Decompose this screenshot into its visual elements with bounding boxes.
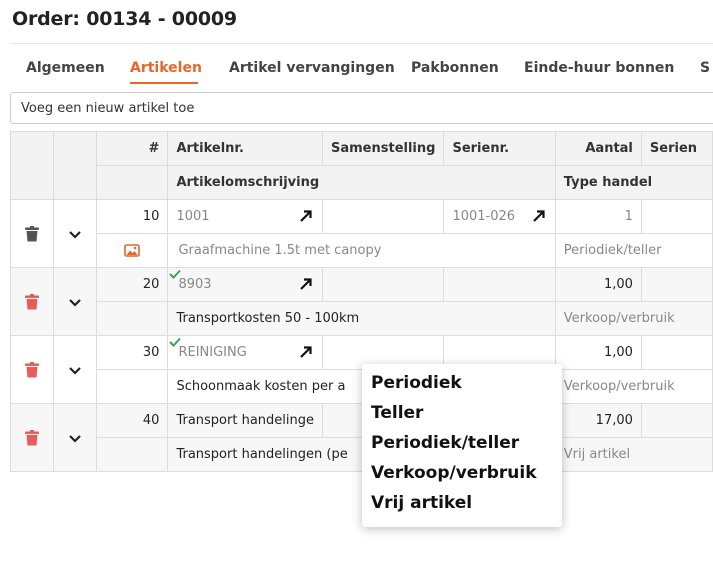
expand-cell (52, 403, 97, 472)
trash-icon[interactable] (24, 361, 39, 378)
header-serien[interactable]: Serien (640, 131, 713, 166)
tab-artikelen[interactable]: Artikelen (130, 52, 202, 88)
chevron-down-icon[interactable] (68, 365, 82, 375)
chevron-down-icon[interactable] (68, 433, 82, 443)
row-artikelnr-text: 8903 (178, 277, 212, 292)
header-row-2: Artikelomschrijving Type handel (11, 165, 713, 200)
page-title: Order: 00134 - 00009 (12, 8, 237, 30)
check-icon (169, 337, 182, 347)
row-artikelnr[interactable]: REINIGING (167, 335, 323, 370)
tab-algemeen[interactable]: Algemeen (26, 52, 105, 88)
row-type-handel[interactable]: Verkoop/verbruik (554, 369, 713, 404)
dropdown-option-teller[interactable]: Teller (371, 398, 553, 428)
header-samenstelling[interactable]: Samenstelling (321, 131, 445, 166)
header-type-handel[interactable]: Type handel (554, 165, 713, 200)
delete-cell (10, 267, 54, 336)
row-nr: 30 (95, 335, 169, 370)
arrow-up-right-icon[interactable] (298, 344, 314, 360)
row-serienr[interactable]: 1001-026 (443, 199, 556, 234)
tab-pakbonnen[interactable]: Pakbonnen (411, 52, 499, 88)
expand-cell (52, 335, 97, 404)
trash-icon[interactable] (24, 429, 39, 446)
row-serien (640, 267, 713, 302)
row-serienr (443, 267, 556, 302)
header-nr[interactable]: # (95, 131, 169, 166)
header-row: # Artikelnr. Samenstelling Serienr. Aant… (10, 131, 713, 200)
image-cell (95, 437, 169, 472)
expand-cell (52, 199, 97, 268)
header-aantal[interactable]: Aantal (554, 131, 642, 166)
title-divider (10, 43, 713, 44)
table-row-detail: Transportkosten 50 - 100km Verkoop/verbr… (11, 301, 713, 336)
image-cell (95, 369, 169, 404)
row-aantal: 1 (554, 199, 642, 234)
delete-cell (10, 403, 54, 472)
row-type-handel[interactable]: Verkoop/verbruik (554, 301, 713, 336)
header-artikelnr[interactable]: Artikelnr. (167, 131, 323, 166)
row-samenstelling (321, 199, 445, 234)
row-serien (640, 199, 713, 234)
tab-s[interactable]: S (695, 52, 713, 88)
dropdown-option-verkoop-verbruik[interactable]: Verkoop/verbruik (371, 458, 553, 488)
check-icon (169, 269, 182, 279)
row-samenstelling (321, 267, 445, 302)
row-aantal[interactable]: 1,00 (554, 267, 642, 302)
header-blank (95, 165, 169, 200)
row-serienr-text: 1001-026 (452, 209, 516, 224)
row-serien (640, 335, 713, 370)
header-serienr[interactable]: Serienr. (443, 131, 556, 166)
delete-cell (10, 199, 54, 268)
row-aantal[interactable]: 17,00 (554, 403, 642, 438)
header-expand (52, 131, 97, 200)
expand-cell (52, 267, 97, 336)
arrow-up-right-icon[interactable] (298, 208, 314, 224)
row-nr: 20 (95, 267, 169, 302)
row-artikelnr-text: REINIGING (178, 345, 247, 360)
row-aantal[interactable]: 1,00 (554, 335, 642, 370)
tab-bar: Algemeen Artikelen Artikel vervangingen … (10, 52, 713, 88)
row-artikelnr[interactable]: 1001 (167, 199, 323, 234)
tab-artikel-vervangingen[interactable]: Artikel vervangingen (229, 52, 395, 88)
arrow-up-right-icon[interactable] (531, 208, 547, 224)
row-serien (640, 403, 713, 438)
header-actions (10, 131, 54, 200)
dropdown-option-periodiek-teller[interactable]: Periodiek/teller (371, 428, 553, 458)
row-nr: 10 (95, 199, 169, 234)
dropdown-option-periodiek[interactable]: Periodiek (371, 368, 553, 398)
row-artikelnr-text: 1001 (176, 209, 210, 224)
trash-icon[interactable] (24, 293, 39, 310)
add-article-input[interactable] (10, 92, 713, 124)
arrow-up-right-icon[interactable] (298, 276, 314, 292)
type-handel-dropdown: Periodiek Teller Periodiek/teller Verkoo… (362, 364, 562, 527)
row-type-handel[interactable]: Vrij artikel (554, 437, 713, 472)
row-type-handel[interactable]: Periodiek/teller (554, 233, 713, 268)
header-omschrijving[interactable]: Artikelomschrijving (167, 165, 556, 200)
image-icon[interactable] (124, 244, 140, 257)
trash-icon[interactable] (24, 225, 39, 242)
table-row-detail: Graafmachine 1.5t met canopy Periodiek/t… (11, 233, 713, 268)
image-cell (95, 233, 169, 268)
row-nr: 40 (95, 403, 169, 438)
table-row: 20 8903 1,00 (10, 267, 713, 336)
row-omschrijving: Graafmachine 1.5t met canopy (167, 233, 556, 268)
dropdown-option-vrij-artikel[interactable]: Vrij artikel (371, 488, 553, 518)
chevron-down-icon[interactable] (68, 229, 82, 239)
tab-einde-huur-bonnen[interactable]: Einde-huur bonnen (524, 52, 674, 88)
row-artikelnr[interactable]: Transport handelinge (167, 403, 323, 438)
row-omschrijving[interactable]: Transportkosten 50 - 100km (167, 301, 556, 336)
table-row: 10 1001 1001-026 1 (10, 199, 713, 268)
chevron-down-icon[interactable] (68, 297, 82, 307)
delete-cell (10, 335, 54, 404)
image-cell (95, 301, 169, 336)
row-artikelnr[interactable]: 8903 (167, 267, 323, 302)
